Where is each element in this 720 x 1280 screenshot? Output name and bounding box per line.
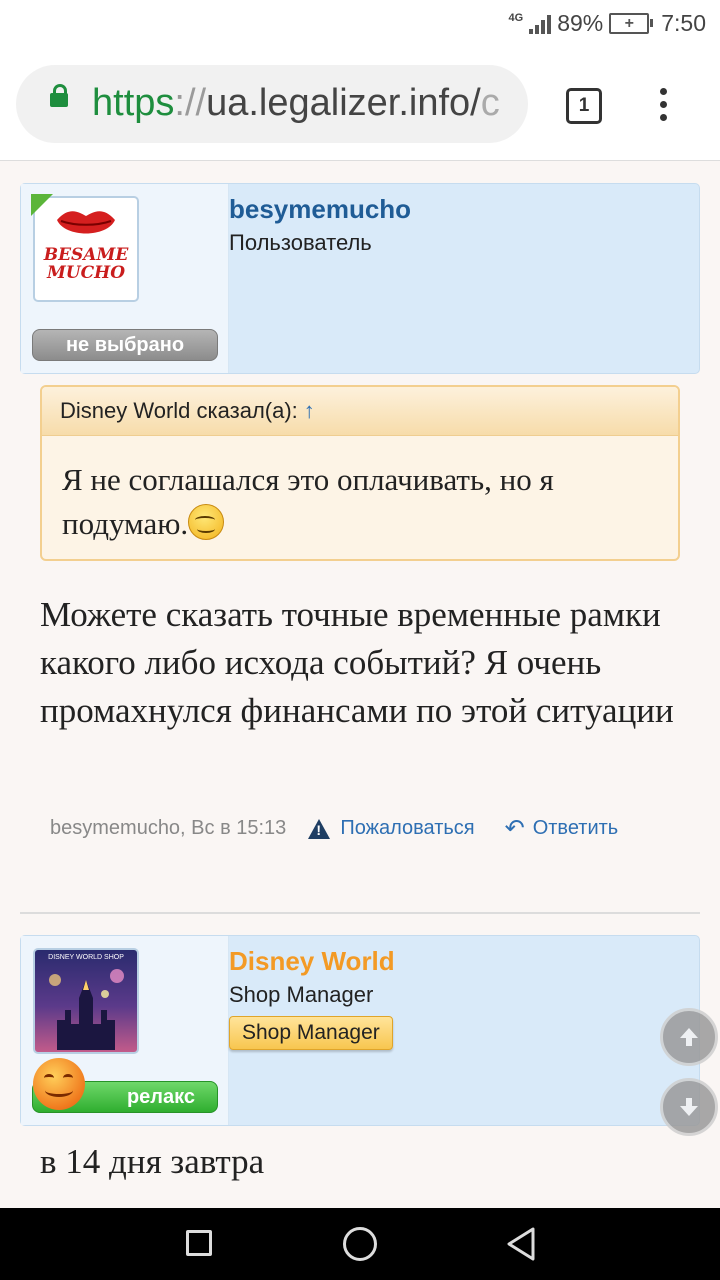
username[interactable]: Disney World xyxy=(229,946,395,977)
scroll-up-button[interactable] xyxy=(660,1008,718,1066)
url-text[interactable]: https://ua.legalizer.info/c xyxy=(92,82,500,125)
signal-icon xyxy=(529,14,552,34)
home-button[interactable] xyxy=(343,1227,377,1261)
avatar-column: BESAME MUCHO не выбрано xyxy=(21,184,229,373)
status-bar: 4G 89% + 7:50 xyxy=(0,0,720,50)
browser-toolbar: https://ua.legalizer.info/c xyxy=(0,50,720,161)
network-type: 4G xyxy=(508,12,524,24)
smiley-emoji-icon xyxy=(188,504,225,540)
avatar-logo-text: BESAME MUCHO xyxy=(43,245,129,283)
quote-text: Я не соглашался это оплачивать, но я под… xyxy=(62,462,554,541)
url-tail: c xyxy=(480,82,500,124)
post-divider xyxy=(20,912,700,914)
back-button[interactable] xyxy=(505,1226,537,1262)
quote-jump-link[interactable]: ↑ xyxy=(304,398,315,423)
url-scheme: https xyxy=(92,82,175,124)
quote-header: Disney World сказал(а): ↑ xyxy=(42,387,678,436)
post-message: Можете сказать точные временные рамки ка… xyxy=(40,595,674,730)
avatar-column: DISNEY WORLD SHOP релакс xyxy=(21,936,229,1125)
post-user-card: BESAME MUCHO не выбрано besymemucho Поль… xyxy=(20,183,700,374)
post-message: в 14 дня завтра xyxy=(40,1142,265,1181)
reply-icon: ↶ xyxy=(504,815,525,842)
online-indicator xyxy=(31,194,53,216)
quote-block: Disney World сказал(а): ↑ Я не соглашался… xyxy=(40,385,680,561)
post-author-date[interactable]: besymemucho, Вс в 15:13 xyxy=(50,817,286,840)
overflow-menu-icon[interactable] xyxy=(660,88,668,122)
battery-percent: 89% xyxy=(557,10,604,36)
reply-link[interactable]: ↶ Ответить xyxy=(505,814,619,843)
scroll-down-button[interactable] xyxy=(660,1078,718,1136)
report-label: Пожаловаться xyxy=(340,817,475,839)
user-title: Пользователь xyxy=(229,230,372,255)
post-meta: besymemucho, Вс в 15:13 Пожаловаться ↶ О… xyxy=(50,814,618,843)
castle-icon xyxy=(49,969,124,1050)
quote-author: Disney World сказал(а): xyxy=(60,398,298,423)
avatar[interactable]: DISNEY WORLD SHOP xyxy=(33,948,139,1054)
username[interactable]: besymemucho xyxy=(229,194,411,225)
arrow-down-icon xyxy=(680,1098,698,1116)
address-bar[interactable]: https://ua.legalizer.info/c xyxy=(16,65,528,143)
arrow-up-icon xyxy=(680,1028,698,1046)
user-title: Shop Manager xyxy=(229,982,374,1007)
battery-icon: + xyxy=(609,13,654,34)
relax-smiley-icon xyxy=(33,1058,85,1110)
post-user-card: DISNEY WORLD SHOP релакс Disney World Sh… xyxy=(20,935,700,1126)
system-nav-bar xyxy=(0,1208,720,1280)
user-role-badge: Shop Manager xyxy=(229,1016,393,1050)
warning-icon xyxy=(308,818,331,839)
tab-switcher-button[interactable]: 1 xyxy=(566,88,602,124)
url-separator: :// xyxy=(174,82,207,124)
reply-label: Ответить xyxy=(532,817,619,839)
report-link[interactable]: Пожаловаться xyxy=(308,817,475,840)
url-host: ua.legalizer.info/ xyxy=(206,82,481,124)
lock-icon xyxy=(50,84,68,107)
recents-button[interactable] xyxy=(186,1230,212,1256)
clock: 7:50 xyxy=(661,10,706,36)
user-status-badge: не выбрано xyxy=(32,329,218,361)
